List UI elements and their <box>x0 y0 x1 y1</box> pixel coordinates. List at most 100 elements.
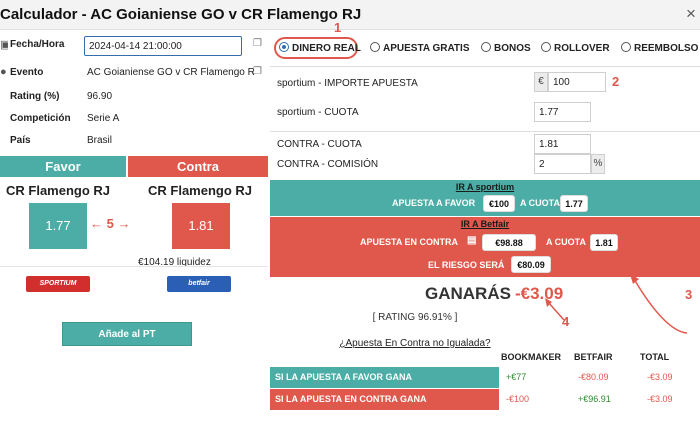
contra-team: CR Flamengo RJ <box>148 183 253 198</box>
copy-icon[interactable]: ❐ <box>253 66 262 77</box>
contra-cuota-text-value: 1.81 <box>590 234 618 251</box>
contra-form-section: CONTRA - CUOTA CONTRA - COMISIÓN % <box>270 131 700 179</box>
apuesta-favor-value: €100 <box>483 195 515 212</box>
row-total: -€3.09 <box>647 372 673 382</box>
mode-radio-group: DINERO REAL APUESTA GRATIS BONOS ROLLOVE… <box>270 37 700 61</box>
row-betfair: +€96.91 <box>578 394 611 404</box>
radio-icon[interactable] <box>621 42 631 52</box>
favor-cuota-label: A CUOTA <box>520 198 560 208</box>
calendar-icon: ▣ <box>0 39 8 50</box>
window-title: Calculador - AC Goianiense GO v CR Flame… <box>0 6 362 23</box>
riesgo-value: €80.09 <box>511 256 551 273</box>
contra-cuota-text-label: A CUOTA <box>546 237 586 247</box>
evento-row: ● Evento AC Goianiense GO v CR Flamengo … <box>0 62 268 84</box>
col-total: TOTAL <box>640 352 670 362</box>
mode-apuesta-gratis-label: APUESTA GRATIS <box>383 43 470 54</box>
mode-rollover-label: ROLLOVER <box>554 43 610 54</box>
evento-label: Evento <box>10 67 44 78</box>
table-row: SI LA APUESTA A FAVOR GANA +€77 -€80.09 … <box>270 367 700 388</box>
ir-a-betfair-link[interactable]: IR A Betfair <box>270 219 700 229</box>
betfair-instruction-block: IR A Betfair APUESTA EN CONTRA ▤ €98.88 … <box>270 217 700 277</box>
mode-apuesta-gratis[interactable]: APUESTA GRATIS <box>370 42 469 54</box>
favor-form-section: sportium - IMPORTE APUESTA € 2 sportium … <box>270 66 700 128</box>
divider <box>0 266 268 267</box>
contra-header: Contra <box>128 156 268 177</box>
row-label: SI LA APUESTA EN CONTRA GANA <box>270 389 499 410</box>
rating-value: 96.90 <box>87 91 113 102</box>
favor-odds-box[interactable]: 1.77 <box>29 203 87 249</box>
no-igualada-link[interactable]: ¿Apuesta En Contra no Igualada? <box>270 338 560 349</box>
annotation-5-number: 5 <box>106 216 114 231</box>
fecha-label: Fecha/Hora <box>10 39 65 50</box>
close-icon[interactable]: × <box>686 4 700 24</box>
competicion-label: Competición <box>10 113 71 124</box>
comision-label: CONTRA - COMISIÓN <box>277 159 379 170</box>
mode-rollover[interactable]: ROLLOVER <box>541 42 610 54</box>
annotation-3: 3 <box>685 287 693 302</box>
rating-row: Rating (%) 96.90 <box>0 86 268 108</box>
importe-label: sportium - IMPORTE APUESTA <box>277 78 418 89</box>
favor-team: CR Flamengo RJ <box>6 183 111 198</box>
ir-a-sportium-link[interactable]: IR A sportium <box>270 182 700 192</box>
cuota-input[interactable] <box>534 102 591 122</box>
currency-addon: € <box>534 72 548 92</box>
ganaras-label: GANARÁS <box>425 284 511 303</box>
importe-input[interactable] <box>548 72 606 92</box>
clipboard-icon[interactable]: ▤ <box>467 235 476 246</box>
row-label: SI LA APUESTA A FAVOR GANA <box>270 367 499 388</box>
col-betfair: BETFAIR <box>574 352 613 362</box>
apuesta-contra-label: APUESTA EN CONTRA <box>360 237 459 247</box>
add-pt-button[interactable]: Añade al PT <box>62 322 192 346</box>
col-bookmaker: BOOKMAKER <box>501 352 561 362</box>
title-bar: Calculador - AC Goianiense GO v CR Flame… <box>0 0 700 30</box>
favor-cuota-value: 1.77 <box>560 195 588 212</box>
annotation-3-arrow-icon <box>630 274 688 334</box>
evento-value: AC Goianiense GO v CR Flamengo R <box>87 67 255 78</box>
annotation-4: 4 <box>562 314 570 329</box>
row-bookmaker: -€100 <box>506 394 530 404</box>
comision-input[interactable] <box>534 154 591 174</box>
apuesta-contra-value: €98.88 <box>482 234 536 251</box>
sportium-instruction-block: IR A sportium APUESTA A FAVOR €100 A CUO… <box>270 180 700 216</box>
row-total: -€3.09 <box>647 394 673 404</box>
apuesta-favor-label: APUESTA A FAVOR <box>392 198 476 208</box>
rating-label: Rating (%) <box>10 91 60 102</box>
betfair-logo[interactable]: betfair <box>167 276 231 292</box>
contra-cuota-label: CONTRA - CUOTA <box>277 139 362 150</box>
mode-bonos-label: BONOS <box>494 43 531 54</box>
contra-odds-box[interactable]: 1.81 <box>172 203 230 249</box>
annotation-5: ← 5 → <box>90 216 130 231</box>
mode-reembolso[interactable]: REEMBOLSO <box>621 42 698 54</box>
percent-addon: % <box>591 154 605 174</box>
event-icon: ● <box>0 66 7 78</box>
pais-row: País Brasil <box>0 130 268 152</box>
contra-cuota-input[interactable] <box>534 134 591 154</box>
calculator-panel: 1 DINERO REAL APUESTA GRATIS BONOS ROLLO… <box>270 20 700 441</box>
event-details-panel: ▣ Fecha/Hora ❐ ● Evento AC Goianiense GO… <box>0 30 268 441</box>
mode-dinero-real[interactable]: DINERO REAL <box>279 42 361 54</box>
table-row: SI LA APUESTA EN CONTRA GANA -€100 +€96.… <box>270 389 700 410</box>
annotation-2: 2 <box>612 74 620 89</box>
radio-icon[interactable] <box>370 42 380 52</box>
pais-value: Brasil <box>87 135 113 146</box>
competicion-row: Competición Serie A <box>0 108 268 130</box>
radio-icon[interactable] <box>541 42 551 52</box>
arrow-left-icon: ← <box>90 216 103 231</box>
arrow-right-icon: → <box>117 216 131 231</box>
radio-icon[interactable] <box>481 42 491 52</box>
mode-bonos[interactable]: BONOS <box>481 42 531 54</box>
mode-dinero-real-label: DINERO REAL <box>292 43 361 54</box>
competicion-value: Serie A <box>87 113 120 124</box>
sportium-logo[interactable]: SPORTIUM <box>26 276 90 292</box>
favor-header: Favor <box>0 156 126 177</box>
fecha-input[interactable] <box>84 36 242 56</box>
row-bookmaker: +€77 <box>506 372 527 382</box>
radio-selected-icon[interactable] <box>279 42 289 52</box>
pais-label: País <box>10 135 31 146</box>
result-rating: [ RATING 96.91% ] <box>372 312 458 323</box>
cuota-label: sportium - CUOTA <box>277 107 359 118</box>
row-betfair: -€80.09 <box>578 372 609 382</box>
riesgo-label: EL RIESGO SERÁ <box>428 260 505 270</box>
fecha-row: ▣ Fecha/Hora ❐ <box>0 34 268 56</box>
copy-icon[interactable]: ❐ <box>253 38 262 49</box>
